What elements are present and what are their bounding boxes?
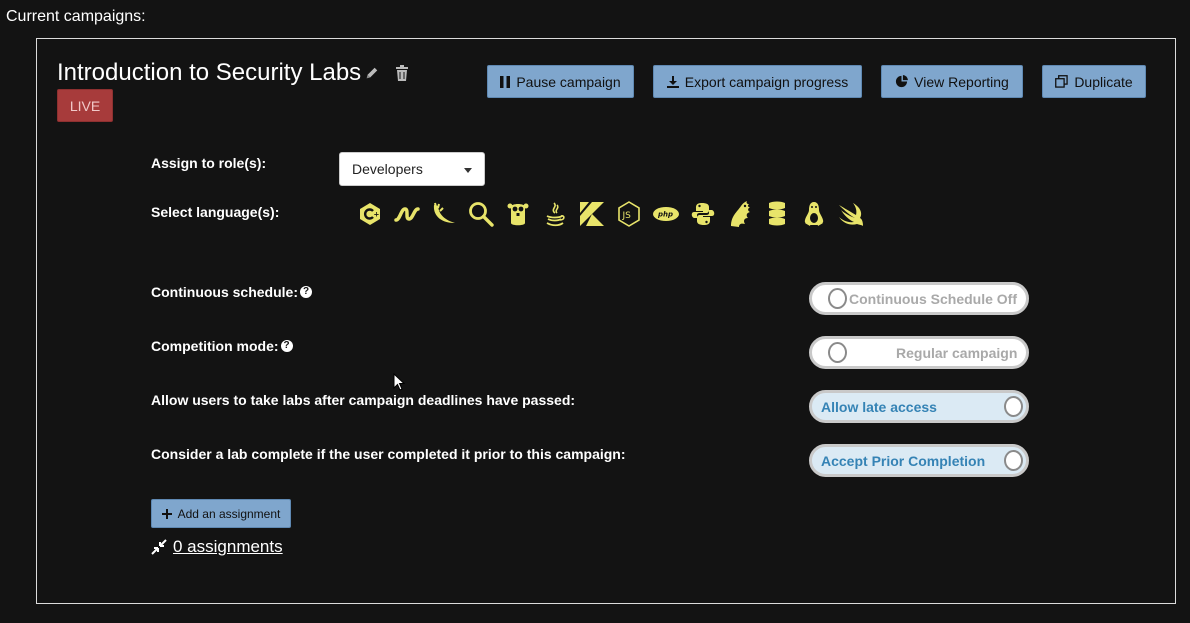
status-badge: LIVE [57, 89, 113, 122]
view-reporting-button[interactable]: View Reporting [881, 65, 1023, 98]
language-icons: + JS php [351, 199, 869, 229]
java-icon[interactable] [536, 199, 573, 229]
go-gopher-icon[interactable] [499, 199, 536, 229]
competition-mode-toggle-text: Regular campaign [896, 344, 1018, 361]
add-assignment-button[interactable]: Add an assignment [151, 499, 291, 528]
chevron-down-icon [464, 168, 472, 173]
continuous-schedule-text: Continuous schedule: [151, 284, 298, 300]
view-reporting-label: View Reporting [914, 73, 1009, 90]
search-icon[interactable] [462, 199, 499, 229]
download-icon [666, 75, 679, 88]
pie-chart-icon [896, 75, 909, 88]
toggle-knob [1004, 450, 1023, 471]
export-progress-button[interactable]: Export campaign progress [653, 65, 862, 98]
late-access-toggle-text: Allow late access [821, 398, 937, 415]
campaign-title-row: Introduction to Security Labs [57, 59, 411, 87]
linux-icon[interactable] [795, 199, 832, 229]
rust-icon[interactable] [758, 199, 795, 229]
svg-text:+: + [373, 211, 379, 219]
duplicate-label: Duplicate [1074, 73, 1133, 90]
competition-mode-toggle[interactable]: Regular campaign [809, 336, 1029, 369]
continuous-schedule-toggle-text: Continuous Schedule Off [849, 290, 1017, 307]
scala-icon[interactable] [721, 199, 758, 229]
plus-icon [161, 508, 172, 519]
svg-text:JS: JS [621, 211, 631, 221]
svg-text:php: php [657, 211, 673, 219]
copy-icon [1055, 75, 1069, 88]
continuous-schedule-label: Continuous schedule: ? [151, 284, 312, 300]
export-progress-label: Export campaign progress [684, 73, 849, 90]
php-icon[interactable]: php [647, 199, 684, 229]
pause-icon [500, 75, 511, 88]
duplicate-button[interactable]: Duplicate [1042, 65, 1146, 98]
late-access-toggle[interactable]: Allow late access [809, 390, 1029, 423]
competition-mode-label: Competition mode: ? [151, 338, 293, 354]
add-assignment-label: Add an assignment [177, 506, 281, 521]
prior-completion-toggle[interactable]: Accept Prior Completion [809, 444, 1029, 477]
c-sharp-icon[interactable]: + [351, 199, 388, 229]
page-heading: Current campaigns: [6, 8, 146, 25]
competition-mode-text: Competition mode: [151, 338, 279, 354]
campaign-title: Introduction to Security Labs [57, 59, 362, 86]
continuous-schedule-toggle[interactable]: Continuous Schedule Off [809, 282, 1029, 315]
question-circle-icon[interactable]: ? [280, 340, 293, 352]
pause-campaign-label: Pause campaign [516, 73, 621, 90]
assignments-row: 0 assignments [151, 537, 283, 557]
trash-icon[interactable] [393, 64, 411, 82]
python-icon[interactable] [684, 199, 721, 229]
role-select[interactable]: Developers [339, 152, 485, 186]
swift-icon[interactable] [832, 199, 869, 229]
pencil-icon[interactable] [363, 64, 381, 82]
kotlin-icon[interactable] [573, 199, 610, 229]
prior-completion-toggle-text: Accept Prior Completion [821, 452, 986, 469]
prior-completion-label: Consider a lab complete if the user comp… [151, 446, 626, 462]
question-circle-icon[interactable]: ? [300, 286, 312, 298]
compress-arrows-icon [151, 539, 167, 555]
campaign-card: Introduction to Security Labs LIVE Pause… [36, 38, 1176, 604]
toggle-knob [1004, 396, 1023, 417]
languages-label: Select language(s): [151, 204, 280, 220]
role-label: Assign to role(s): [151, 155, 267, 171]
pause-campaign-button[interactable]: Pause campaign [487, 65, 634, 98]
role-selected-value: Developers [352, 161, 423, 177]
late-access-label: Allow users to take labs after campaign … [151, 392, 576, 408]
nim-icon[interactable] [388, 199, 425, 229]
nodejs-icon[interactable]: JS [610, 199, 647, 229]
toggle-knob [828, 342, 847, 363]
mouse-cursor-icon [393, 373, 405, 391]
toggle-knob [828, 288, 847, 309]
assignments-link[interactable]: 0 assignments [173, 537, 283, 557]
dart-icon[interactable] [425, 199, 462, 229]
